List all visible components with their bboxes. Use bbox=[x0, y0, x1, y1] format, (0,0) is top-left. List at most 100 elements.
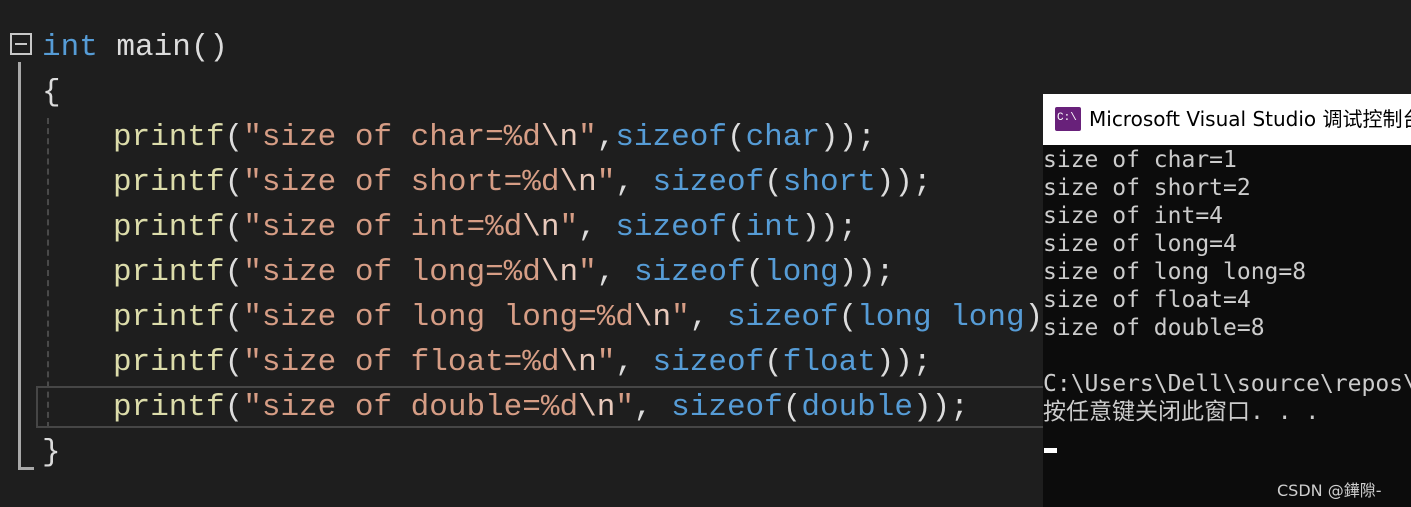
code-token: ( bbox=[764, 165, 783, 200]
code-token: int bbox=[42, 30, 98, 65]
code-token: \n bbox=[522, 210, 560, 245]
code-token: "size of float=%d bbox=[243, 345, 560, 380]
console-title-bar[interactable]: Microsoft Visual Studio 调试控制台 bbox=[1043, 94, 1411, 145]
code-token: } bbox=[42, 435, 61, 470]
code-token: ( bbox=[726, 120, 746, 155]
code-token: ( bbox=[224, 255, 244, 290]
code-token: , bbox=[596, 255, 634, 290]
code-line[interactable]: printf("size of double=%d\n", sizeof(dou… bbox=[113, 388, 969, 428]
code-token: "size of long=%d bbox=[243, 255, 541, 290]
code-token: , bbox=[689, 300, 727, 335]
console-line: size of char=1 bbox=[1043, 147, 1237, 173]
console-line: size of short=2 bbox=[1043, 175, 1251, 201]
code-token: ( bbox=[224, 210, 244, 245]
code-line[interactable]: printf("size of char=%d\n",sizeof(char))… bbox=[113, 118, 876, 158]
code-token: { bbox=[42, 75, 61, 110]
code-token: short bbox=[782, 165, 876, 200]
debug-console-window[interactable]: Microsoft Visual Studio 调试控制台 size of ch… bbox=[1043, 94, 1411, 507]
console-output: size of char=1 size of short=2 size of int… bbox=[1043, 146, 1411, 426]
code-token: main() bbox=[97, 30, 229, 65]
code-token: sizeof bbox=[726, 300, 839, 335]
code-token: sizeof bbox=[615, 210, 727, 245]
vs-console-icon bbox=[1055, 107, 1081, 131]
code-token: float bbox=[782, 345, 876, 380]
code-token: printf bbox=[113, 345, 225, 380]
code-token: ( bbox=[764, 345, 783, 380]
code-line[interactable]: printf("size of long=%d\n", sizeof(long)… bbox=[113, 253, 894, 293]
console-title: Microsoft Visual Studio 调试控制台 bbox=[1089, 107, 1411, 131]
code-token: ( bbox=[224, 390, 244, 425]
code-token: printf bbox=[113, 300, 225, 335]
code-token: "size of double=%d bbox=[243, 390, 579, 425]
code-token: int bbox=[745, 210, 802, 245]
console-line: size of long long=8 bbox=[1043, 259, 1307, 285]
code-token: sizeof bbox=[652, 165, 765, 200]
code-token: , bbox=[596, 120, 616, 155]
code-token: " bbox=[559, 210, 579, 245]
code-token: " bbox=[596, 345, 616, 380]
code-token: " bbox=[578, 120, 597, 155]
console-line: size of long=4 bbox=[1043, 231, 1237, 257]
code-token: ( bbox=[726, 210, 746, 245]
code-token: sizeof bbox=[633, 255, 746, 290]
code-token: sizeof bbox=[615, 120, 727, 155]
code-token: printf bbox=[113, 120, 225, 155]
outline-bar bbox=[18, 62, 21, 470]
code-token: "size of int=%d bbox=[243, 210, 523, 245]
console-line: C:\Users\Dell\source\repos\ bbox=[1043, 371, 1411, 397]
outline-bar-end bbox=[18, 467, 34, 470]
code-token: )); bbox=[875, 165, 932, 200]
code-token: long bbox=[764, 255, 839, 290]
code-token: long long bbox=[857, 300, 1025, 335]
code-token: printf bbox=[113, 255, 225, 290]
collapse-icon[interactable] bbox=[10, 33, 32, 55]
code-token: "size of char=%d bbox=[243, 120, 541, 155]
code-line[interactable]: printf("size of short=%d\n", sizeof(shor… bbox=[113, 163, 932, 203]
console-line: size of int=4 bbox=[1043, 203, 1224, 229]
code-token: char bbox=[745, 120, 820, 155]
code-line[interactable]: } bbox=[42, 433, 61, 473]
code-token: ( bbox=[838, 300, 858, 335]
code-line[interactable]: { bbox=[42, 73, 61, 113]
code-token: , bbox=[615, 345, 653, 380]
code-token: , bbox=[578, 210, 616, 245]
code-token: ( bbox=[224, 165, 244, 200]
code-token: sizeof bbox=[652, 345, 765, 380]
code-token: printf bbox=[113, 165, 225, 200]
console-line: 按任意键关闭此窗口. . . bbox=[1043, 399, 1320, 425]
console-line: size of double=8 bbox=[1043, 315, 1265, 341]
code-token: )); bbox=[913, 390, 969, 425]
code-token: \n bbox=[540, 255, 579, 290]
code-token: ( bbox=[224, 120, 244, 155]
code-token: \n bbox=[559, 165, 597, 200]
console-line: size of float=4 bbox=[1043, 287, 1251, 313]
code-token: )); bbox=[819, 120, 876, 155]
code-token: ( bbox=[745, 255, 765, 290]
code-token: ( bbox=[782, 390, 802, 425]
code-line[interactable]: printf("size of int=%d\n", sizeof(int)); bbox=[113, 208, 857, 248]
code-token: \n bbox=[559, 345, 597, 380]
code-token: "size of long long=%d bbox=[243, 300, 634, 335]
code-token: printf bbox=[113, 210, 225, 245]
code-token: )); bbox=[838, 255, 895, 290]
code-token: "size of short=%d bbox=[243, 165, 560, 200]
code-line[interactable]: int main() bbox=[42, 28, 228, 68]
code-token: printf bbox=[113, 390, 225, 425]
code-token: ( bbox=[224, 345, 244, 380]
code-token: , bbox=[633, 390, 672, 425]
code-token: double bbox=[801, 390, 913, 425]
code-token: " bbox=[671, 300, 690, 335]
code-token: , bbox=[615, 165, 653, 200]
console-cursor bbox=[1044, 448, 1057, 453]
code-token: \n bbox=[578, 390, 616, 425]
code-token: \n bbox=[633, 300, 672, 335]
code-token: " bbox=[578, 255, 597, 290]
code-line[interactable]: printf("size of float=%d\n", sizeof(floa… bbox=[113, 343, 932, 383]
code-token: )); bbox=[875, 345, 932, 380]
indent-guide bbox=[47, 118, 49, 428]
code-token: sizeof bbox=[671, 390, 783, 425]
code-token: " bbox=[615, 390, 634, 425]
code-token: )); bbox=[801, 210, 858, 245]
code-line[interactable]: printf("size of long long=%d\n", sizeof(… bbox=[113, 298, 1080, 338]
